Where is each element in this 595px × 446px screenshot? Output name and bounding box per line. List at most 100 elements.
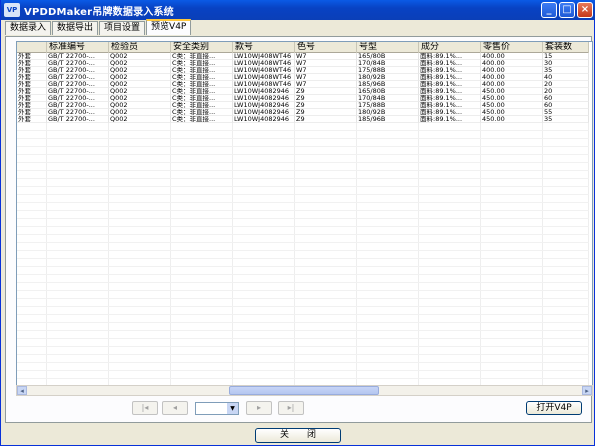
table-cell: 40 — [543, 74, 589, 81]
column-header[interactable] — [17, 42, 47, 53]
table-cell: C类：非直接... — [171, 60, 233, 67]
table-cell: 450.00 — [481, 95, 543, 102]
table-cell: GB/T 22700-... — [47, 116, 109, 123]
scroll-right-button[interactable]: ▸ — [582, 386, 592, 395]
table-cell: Q002 — [109, 74, 171, 81]
table-cell: 外套 — [17, 60, 47, 67]
column-header[interactable]: 零售价 — [481, 42, 543, 53]
table-cell: LW10WJ4082946 — [233, 95, 295, 102]
column-header[interactable]: 成分 — [419, 42, 481, 53]
scroll-thumb[interactable] — [229, 386, 379, 395]
table-cell: W7 — [295, 60, 357, 67]
table-cell: 15 — [543, 53, 589, 60]
table-cell: LW10WJ408WT46 — [233, 60, 295, 67]
table-cell: LW10WJ408WT46 — [233, 81, 295, 88]
column-header[interactable]: 色号 — [295, 42, 357, 53]
app-icon: VP — [4, 3, 20, 17]
tab-data-export[interactable]: 数据导出 — [52, 21, 99, 35]
close-window-button[interactable]: × — [577, 2, 593, 18]
table-row[interactable]: 外套 GB/T 22700-... Q002 C类：非直接... LW10WJ408WT… — [17, 53, 589, 60]
maximize-button[interactable]: □ — [559, 2, 575, 18]
table-cell: LW10WJ408WT46 — [233, 74, 295, 81]
empty-grid-row — [17, 179, 589, 187]
empty-grid-row — [17, 323, 589, 331]
table-cell: C类：非直接... — [171, 81, 233, 88]
table-cell: 20 — [543, 81, 589, 88]
table-cell: Q002 — [109, 81, 171, 88]
table-row[interactable]: 外套 GB/T 22700-... Q002 C类：非直接... LW10WJ408WT… — [17, 74, 589, 81]
horizontal-scrollbar[interactable]: ◂ ▸ — [16, 385, 593, 396]
page-select[interactable]: ▼ — [195, 402, 239, 415]
table-cell: Z9 — [295, 95, 357, 102]
column-header[interactable]: 标准编号 — [47, 42, 109, 53]
tab-data-entry[interactable]: 数据录入 — [5, 21, 52, 35]
table-cell: Q002 — [109, 67, 171, 74]
table-cell: 60 — [543, 102, 589, 109]
table-cell: Q002 — [109, 88, 171, 95]
column-header[interactable]: 安全类别 — [171, 42, 233, 53]
empty-grid-row — [17, 211, 589, 219]
grid-header: 标准编号 检验员 安全类别 款号 色号 号型 成分 零售价 套装数 — [17, 42, 589, 53]
empty-grid-row — [17, 155, 589, 163]
table-cell: 面料:89.1%... — [419, 74, 481, 81]
tab-preview-v4p[interactable]: 预览V4P — [146, 19, 192, 35]
empty-grid-row — [17, 291, 589, 299]
table-cell: LW10WJ408WT46 — [233, 67, 295, 74]
main-window: VP VPDDMaker吊牌数据录入系统 _ □ × 数据录入 数据导出 项目设… — [0, 0, 595, 446]
data-grid[interactable]: 标准编号 检验员 安全类别 款号 色号 号型 成分 零售价 套装数 外套 GB/T 22700-..… — [16, 41, 593, 393]
table-cell: Z9 — [295, 88, 357, 95]
close-button[interactable]: 关 闭 — [255, 428, 341, 443]
last-page-button[interactable]: ▸| — [278, 401, 304, 415]
table-row[interactable]: 外套 GB/T 22700-... Q002 C类：非直接... LW10WJ40829… — [17, 88, 589, 95]
table-cell: Z9 — [295, 116, 357, 123]
column-header[interactable]: 号型 — [357, 42, 419, 53]
empty-grid-row — [17, 227, 589, 235]
table-row[interactable]: 外套 GB/T 22700-... Q002 C类：非直接... LW10WJ40829… — [17, 95, 589, 102]
empty-grid-row — [17, 147, 589, 155]
table-cell: 400.00 — [481, 67, 543, 74]
table-cell: 面料:89.1%... — [419, 95, 481, 102]
empty-grid-row — [17, 315, 589, 323]
table-cell: 450.00 — [481, 116, 543, 123]
table-row[interactable]: 外套 GB/T 22700-... Q002 C类：非直接... LW10WJ408WT… — [17, 60, 589, 67]
table-row[interactable]: 外套 GB/T 22700-... Q002 C类：非直接... LW10WJ408WT… — [17, 81, 589, 88]
table-cell: 165/80B — [357, 53, 419, 60]
table-cell: C类：非直接... — [171, 116, 233, 123]
next-page-button[interactable]: ▸ — [246, 401, 272, 415]
table-cell: 185/96B — [357, 116, 419, 123]
table-cell: 外套 — [17, 109, 47, 116]
empty-grid-row — [17, 251, 589, 259]
column-header[interactable]: 套装数 — [543, 42, 589, 53]
table-cell: LW10WJ4082946 — [233, 109, 295, 116]
column-header[interactable]: 款号 — [233, 42, 295, 53]
preview-panel: 标准编号 检验员 安全类别 款号 色号 号型 成分 零售价 套装数 外套 GB/T 22700-..… — [5, 36, 593, 423]
column-header[interactable]: 检验员 — [109, 42, 171, 53]
empty-grid-row — [17, 347, 589, 355]
table-cell: 35 — [543, 116, 589, 123]
minimize-button[interactable]: _ — [541, 2, 557, 18]
table-cell: 165/80B — [357, 88, 419, 95]
table-row[interactable]: 外套 GB/T 22700-... Q002 C类：非直接... LW10WJ408WT… — [17, 67, 589, 74]
empty-grid-row — [17, 203, 589, 211]
table-cell: 外套 — [17, 88, 47, 95]
table-cell: 面料:89.1%... — [419, 60, 481, 67]
empty-grid-row — [17, 331, 589, 339]
scroll-left-button[interactable]: ◂ — [17, 386, 27, 395]
first-page-button[interactable]: |◂ — [132, 401, 158, 415]
open-v4p-button[interactable]: 打开V4P — [526, 401, 582, 415]
table-cell: 400.00 — [481, 81, 543, 88]
table-cell: Q002 — [109, 116, 171, 123]
table-cell: 175/88B — [357, 102, 419, 109]
table-row[interactable]: 外套 GB/T 22700-... Q002 C类：非直接... LW10WJ40829… — [17, 102, 589, 109]
grid-body: 标准编号 检验员 安全类别 款号 色号 号型 成分 零售价 套装数 外套 GB/T 22700-..… — [17, 42, 589, 392]
chevron-down-icon[interactable]: ▼ — [227, 403, 238, 414]
prev-page-button[interactable]: ◂ — [162, 401, 188, 415]
tab-project-settings[interactable]: 项目设置 — [99, 21, 146, 35]
table-cell: 180/92B — [357, 74, 419, 81]
empty-grid-row — [17, 139, 589, 147]
title-bar[interactable]: VP VPDDMaker吊牌数据录入系统 _ □ × — [1, 0, 595, 20]
table-row[interactable]: 外套 GB/T 22700-... Q002 C类：非直接... LW10WJ40829… — [17, 109, 589, 116]
empty-grid-row — [17, 259, 589, 267]
table-cell: GB/T 22700-... — [47, 88, 109, 95]
table-row[interactable]: 外套 GB/T 22700-... Q002 C类：非直接... LW10WJ40829… — [17, 116, 589, 123]
